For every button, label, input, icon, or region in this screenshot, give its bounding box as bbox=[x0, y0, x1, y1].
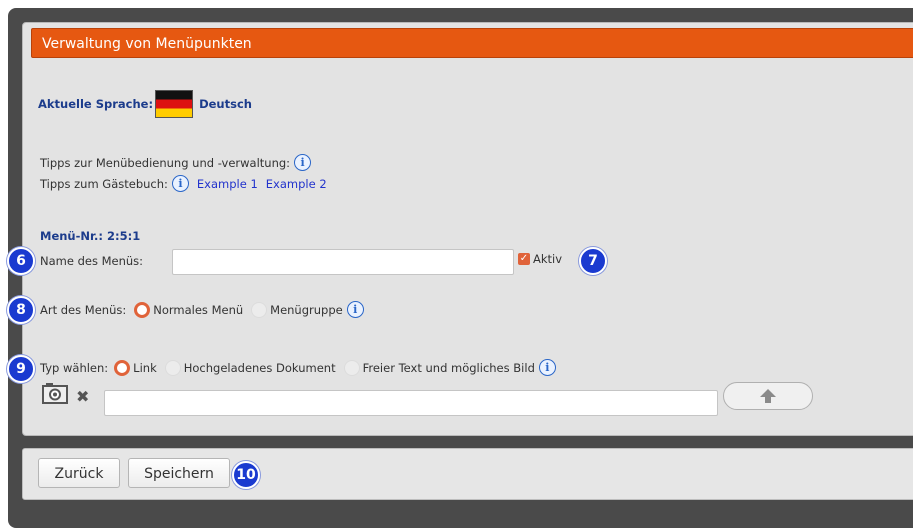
link-type-row: Typ wählen: Link Hochgeladenes Dokument … bbox=[40, 359, 556, 376]
camera-icon[interactable] bbox=[42, 382, 68, 404]
radio-menu-group[interactable] bbox=[251, 301, 268, 318]
menu-group-label: Menügruppe bbox=[270, 302, 343, 317]
link-type-label: Typ wählen: bbox=[40, 360, 109, 375]
normal-menu-label: Normales Menü bbox=[153, 302, 244, 317]
uploaded-document-label: Hochgeladenes Dokument bbox=[183, 360, 336, 375]
menu-type-label: Art des Menüs: bbox=[40, 302, 127, 317]
upload-button[interactable] bbox=[723, 382, 813, 410]
active-toggle[interactable]: ✓ Aktiv bbox=[518, 252, 562, 266]
radio-link[interactable] bbox=[114, 359, 131, 376]
radio-free-text[interactable] bbox=[343, 359, 360, 376]
info-icon[interactable]: i bbox=[538, 359, 556, 376]
current-language: Aktuelle Sprache: Deutsch bbox=[38, 90, 252, 118]
language-value: Deutsch bbox=[199, 97, 252, 111]
language-label: Aktuelle Sprache: bbox=[38, 97, 154, 111]
link-option-label: Link bbox=[133, 360, 157, 375]
radio-normal-menu[interactable] bbox=[134, 301, 151, 318]
save-button[interactable]: Speichern bbox=[128, 458, 230, 488]
menu-name-label: Name des Menüs: bbox=[40, 254, 143, 268]
checkbox-checked-icon[interactable]: ✓ bbox=[518, 253, 530, 265]
back-button[interactable]: Zurück bbox=[38, 458, 120, 488]
info-icon[interactable]: i bbox=[171, 175, 189, 192]
callout-badge-8: 8 bbox=[7, 296, 35, 324]
example-1-link[interactable]: Example 1 bbox=[197, 177, 258, 191]
link-input[interactable] bbox=[104, 390, 718, 416]
menu-tips-row: Tipps zur Menübedienung und -verwaltung:… bbox=[40, 154, 312, 171]
menu-number: Menü-Nr.: 2:5:1 bbox=[40, 229, 141, 243]
menu-name-input[interactable] bbox=[172, 249, 514, 275]
free-text-label: Freier Text und mögliches Bild bbox=[362, 360, 535, 375]
radio-uploaded-document[interactable] bbox=[164, 359, 181, 376]
page-title: Verwaltung von Menüpunkten bbox=[31, 28, 913, 58]
active-label: Aktiv bbox=[533, 252, 563, 266]
info-icon[interactable]: i bbox=[346, 301, 364, 318]
callout-badge-10: 10 bbox=[232, 461, 260, 489]
callout-badge-6: 6 bbox=[7, 247, 35, 275]
upload-arrow-icon bbox=[760, 389, 776, 403]
guestbook-tips-label: Tipps zum Gästebuch: bbox=[40, 176, 168, 191]
callout-badge-9: 9 bbox=[7, 355, 35, 383]
info-icon[interactable]: i bbox=[294, 154, 312, 171]
callout-badge-7: 7 bbox=[579, 247, 607, 275]
remove-x-icon[interactable]: ✖ bbox=[76, 389, 89, 405]
german-flag-icon bbox=[155, 90, 194, 118]
menu-tips-label: Tipps zur Menübedienung und -verwaltung: bbox=[40, 155, 291, 170]
example-2-link[interactable]: Example 2 bbox=[266, 177, 327, 191]
menu-name-label-text: Name des Menüs: bbox=[40, 254, 144, 268]
menu-type-row: Art des Menüs: Normales Menü Menügruppe … bbox=[40, 301, 364, 318]
guestbook-tips-row: Tipps zum Gästebuch: i Example 1 Example… bbox=[40, 175, 327, 192]
